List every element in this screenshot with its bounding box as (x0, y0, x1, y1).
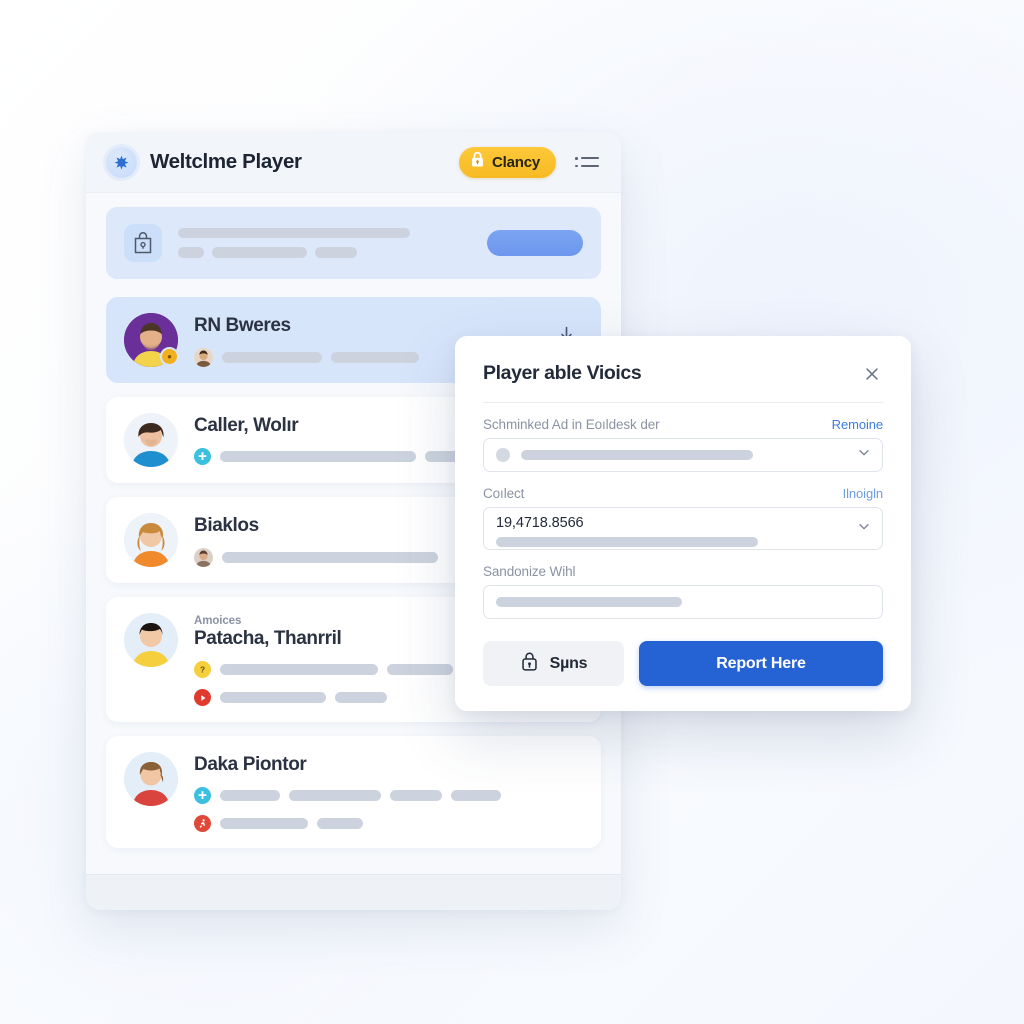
skeleton-bar (387, 664, 453, 675)
promo-action-button[interactable] (487, 230, 583, 256)
menu-line (580, 164, 599, 167)
skeleton-bar (220, 790, 280, 801)
avatar: ● (124, 313, 179, 367)
avatar (124, 752, 178, 806)
skeleton-bar (317, 818, 363, 829)
menu-row-top (575, 157, 599, 160)
skeleton-bar (220, 692, 326, 703)
star-burst-icon (113, 154, 130, 171)
skeleton-bar (222, 552, 438, 563)
list-item-name: Daka Piontor (194, 754, 307, 775)
select-input[interactable] (483, 438, 883, 472)
app-logo (106, 146, 137, 178)
avatar (124, 613, 178, 667)
promo-card[interactable] (106, 207, 601, 279)
menu-row-bottom (575, 164, 599, 167)
primary-button-label: Report Here (716, 654, 806, 672)
field-label: Sandonize Wihl (483, 564, 576, 579)
skeleton-bar (335, 692, 387, 703)
running-icon (194, 815, 211, 832)
hamburger-menu-icon[interactable] (575, 152, 599, 172)
dialog: Player able Vioics Schminked Ad in Eoıld… (455, 336, 911, 711)
status-badge: ● (160, 347, 179, 366)
avatar-image (124, 752, 178, 806)
avatar-image (124, 413, 178, 467)
secondary-button[interactable]: Sµns (483, 641, 624, 686)
play-icon (194, 689, 211, 706)
dialog-title: Player able Vioics (483, 362, 642, 384)
skeleton-bar (178, 247, 204, 258)
field-header: Schminked Ad in Eoıldesk der Remoine (483, 417, 883, 432)
app-footer (86, 874, 621, 910)
text-input[interactable] (483, 585, 883, 619)
avatar (124, 513, 178, 567)
dialog-actions: Sµns Report Here (483, 641, 883, 686)
shopping-bag-lock-icon (124, 224, 162, 262)
skeleton-bar (220, 451, 416, 462)
skeleton-row (178, 247, 487, 258)
avatar-image (124, 513, 178, 567)
list-item[interactable]: Daka Piontor (106, 736, 601, 848)
skeleton-bar (496, 597, 682, 607)
field-label: Coılect (483, 486, 525, 501)
skeleton-bar (220, 664, 378, 675)
medical-cross-icon (194, 787, 211, 804)
close-icon[interactable] (861, 363, 883, 385)
app-header: Weltclme Player Clancy (86, 132, 621, 193)
dialog-header: Player able Vioics (483, 362, 883, 403)
secondary-button-label: Sµns (549, 654, 588, 672)
question-mark-icon: ? (194, 661, 211, 678)
field-header: Sandonize Wihl (483, 564, 883, 579)
avatar-thumb-icon (194, 348, 213, 367)
field-label: Schminked Ad in Eoıldesk der (483, 417, 660, 432)
skeleton-bar (222, 352, 322, 363)
avatar (124, 413, 178, 467)
skeleton-bar (212, 247, 307, 258)
screen-root: Weltclme Player Clancy ● RN Bweres Calle… (0, 0, 1024, 1024)
skeleton-bar (496, 537, 758, 548)
menu-dot (575, 157, 578, 160)
skeleton-bar (289, 790, 381, 801)
field-header: Coılect Ilnoigln (483, 486, 883, 501)
app-title: Weltclme Player (150, 150, 302, 173)
avatar-image (124, 613, 178, 667)
avatar-thumb-icon (194, 548, 213, 567)
form-field-1: Schminked Ad in Eoıldesk der Remoine (483, 417, 883, 472)
list-item-body: Daka Piontor (194, 752, 583, 832)
option-avatar-placeholder (496, 448, 510, 462)
promo-skeleton (178, 228, 487, 258)
skeleton-bar (178, 228, 410, 238)
menu-dot (575, 164, 578, 167)
skeleton-bar (390, 790, 442, 801)
account-chip-label: Clancy (492, 153, 540, 171)
svg-text:?: ? (200, 665, 205, 674)
lock-icon (520, 651, 539, 677)
medical-cross-icon (194, 448, 211, 465)
list-item-name: RN Bweres (194, 315, 291, 336)
skeleton-bar (315, 247, 357, 258)
chevron-down-icon (857, 446, 871, 465)
account-chip[interactable]: Clancy (459, 146, 556, 178)
meta-row (194, 787, 583, 804)
primary-button[interactable]: Report Here (639, 641, 883, 686)
field-action-link[interactable]: Ilnoigln (843, 486, 884, 501)
form-field-2: Coılect Ilnoigln 19,4718.8566 (483, 486, 883, 550)
select-input[interactable]: 19,4718.8566 (483, 507, 883, 550)
skeleton-bar (521, 450, 753, 460)
menu-line (580, 157, 599, 160)
form-field-3: Sandonize Wihl (483, 564, 883, 619)
select-value: 19,4718.8566 (496, 514, 584, 531)
lock-icon (470, 151, 485, 173)
skeleton-bar (451, 790, 501, 801)
meta-row (194, 815, 583, 832)
skeleton-bar (331, 352, 419, 363)
field-action-link[interactable]: Remoine (832, 417, 883, 432)
skeleton-bar (220, 818, 308, 829)
chevron-down-icon (857, 519, 871, 538)
